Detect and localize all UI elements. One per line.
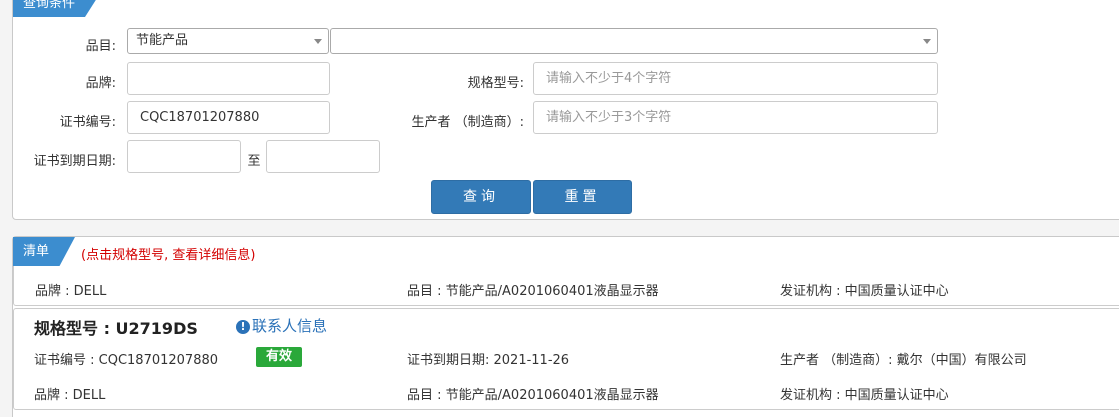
list-tab: 清单	[13, 237, 76, 267]
chevron-down-icon	[314, 39, 322, 44]
list-item-previous: 品牌 : DELL 品目 : 节能产品/A0201060401液晶显示器 发证机…	[13, 266, 1119, 306]
issuer-text: 发证机构 : 中国质量认证中心	[780, 388, 949, 403]
contact-info-label: 联系人信息	[252, 317, 328, 335]
category-select[interactable]: 节能产品	[127, 28, 329, 54]
expiry-separator: 至	[247, 154, 261, 169]
category-select-value: 节能产品	[136, 33, 189, 48]
brand-text: 品牌 : DELL	[34, 388, 106, 403]
model-label: 规格型号:	[467, 76, 524, 91]
model-title-link[interactable]: 规格型号 : U2719DS	[34, 315, 198, 339]
expiry-to-input[interactable]	[266, 140, 380, 173]
expiry-from-input[interactable]	[127, 140, 241, 173]
search-button[interactable]: 查询	[431, 180, 531, 214]
list-item: 规格型号 : U2719DS ! 联系人信息 证书编号 : CQC18701207…	[13, 308, 1119, 410]
contact-info-link[interactable]: ! 联系人信息	[236, 315, 327, 336]
category-text: 品目 : 节能产品/A0201060401液晶显示器	[407, 284, 659, 299]
manufacturer-input[interactable]: 请输入不少于3个字符	[533, 101, 938, 134]
reset-button[interactable]: 重置	[533, 180, 632, 214]
manufacturer-label: 生产者 （制造商）:	[411, 115, 524, 130]
category-label: 品目:	[85, 39, 116, 54]
subcategory-select[interactable]	[330, 28, 938, 54]
expiry-label: 证书到期日期:	[33, 154, 116, 169]
cert-no-input[interactable]: CQC18701207880	[127, 101, 330, 134]
issuer-text: 发证机构 : 中国质量认证中心	[780, 284, 949, 299]
manufacturer-text: 生产者 （制造商）: 戴尔（中国）有限公司	[780, 353, 1027, 368]
status-badge: 有效	[256, 347, 303, 367]
query-tab: 查询条件	[13, 0, 100, 17]
category-text: 品目 : 节能产品/A0201060401液晶显示器	[407, 388, 659, 403]
cert-no-text: 证书编号 : CQC18701207880	[34, 353, 219, 368]
brand-text: 品牌 : DELL	[35, 284, 107, 299]
chevron-down-icon	[923, 39, 931, 44]
expiry-text: 证书到期日期: 2021-11-26	[407, 353, 570, 368]
brand-label: 品牌:	[85, 76, 116, 91]
cert-no-label: 证书编号:	[59, 115, 116, 130]
brand-input[interactable]	[127, 62, 330, 95]
model-input[interactable]: 请输入不少于4个字符	[533, 62, 938, 95]
list-hint: (点击规格型号, 查看详细信息)	[81, 248, 256, 263]
info-icon: !	[236, 320, 250, 334]
